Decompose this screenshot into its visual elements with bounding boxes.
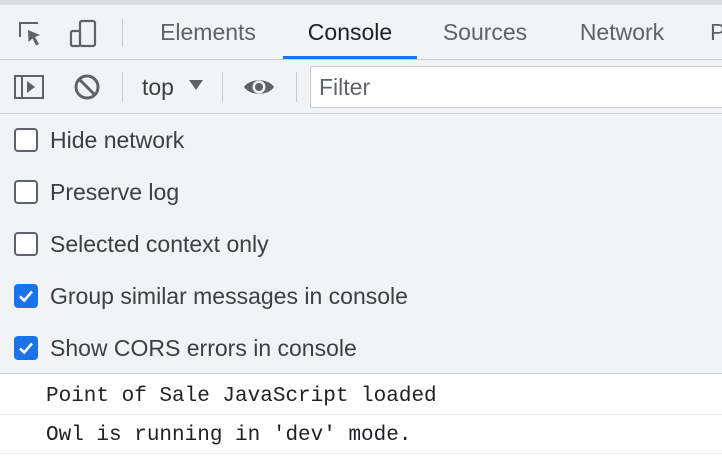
toolbar-divider bbox=[122, 72, 123, 102]
device-toolbar-icon[interactable] bbox=[66, 17, 100, 51]
show-cors-errors-checkbox[interactable] bbox=[14, 336, 38, 360]
setting-label: Selected context only bbox=[50, 231, 269, 257]
setting-label: Group similar messages in console bbox=[50, 283, 408, 309]
checkmark-icon bbox=[19, 290, 33, 303]
setting-label: Hide network bbox=[50, 127, 185, 153]
preserve-log-checkbox[interactable] bbox=[14, 180, 38, 204]
console-toolbar: top bbox=[0, 60, 722, 114]
tab-network[interactable]: Network bbox=[576, 5, 668, 59]
filter-input[interactable] bbox=[310, 66, 722, 108]
setting-show-cors-errors[interactable]: Show CORS errors in console bbox=[0, 322, 722, 374]
live-expression-eye-icon[interactable] bbox=[242, 70, 276, 104]
tab-console[interactable]: Console bbox=[283, 5, 417, 59]
inspect-element-icon[interactable] bbox=[14, 17, 48, 51]
setting-hide-network[interactable]: Hide network bbox=[0, 114, 722, 166]
console-message: Point of Sale JavaScript loaded bbox=[0, 376, 722, 415]
context-selector[interactable]: top bbox=[142, 60, 174, 114]
devtools-tab-bar: Elements Console Sources Network P bbox=[0, 0, 722, 60]
setting-group-similar[interactable]: Group similar messages in console bbox=[0, 270, 722, 322]
chevron-down-icon[interactable] bbox=[188, 78, 204, 92]
setting-label: Preserve log bbox=[50, 179, 180, 205]
setting-label: Show CORS errors in console bbox=[50, 335, 357, 361]
console-message: Owl is running in 'dev' mode. bbox=[0, 415, 722, 454]
hide-network-checkbox[interactable] bbox=[14, 128, 38, 152]
checkmark-icon bbox=[19, 342, 33, 355]
setting-preserve-log[interactable]: Preserve log bbox=[0, 166, 722, 218]
toolbar-divider bbox=[296, 72, 297, 102]
sidebar-toggle-icon[interactable] bbox=[12, 70, 46, 104]
toolbar-divider bbox=[222, 72, 223, 102]
tab-elements[interactable]: Elements bbox=[158, 5, 258, 59]
console-settings-pane: Hide network Preserve log Selected conte… bbox=[0, 114, 722, 374]
clear-console-icon[interactable] bbox=[70, 70, 104, 104]
tab-performance-truncated[interactable]: P bbox=[710, 5, 722, 59]
group-similar-checkbox[interactable] bbox=[14, 284, 38, 308]
setting-selected-context-only[interactable]: Selected context only bbox=[0, 218, 722, 270]
toolbar-divider bbox=[122, 19, 123, 47]
selected-context-only-checkbox[interactable] bbox=[14, 232, 38, 256]
tab-sources[interactable]: Sources bbox=[440, 5, 530, 59]
